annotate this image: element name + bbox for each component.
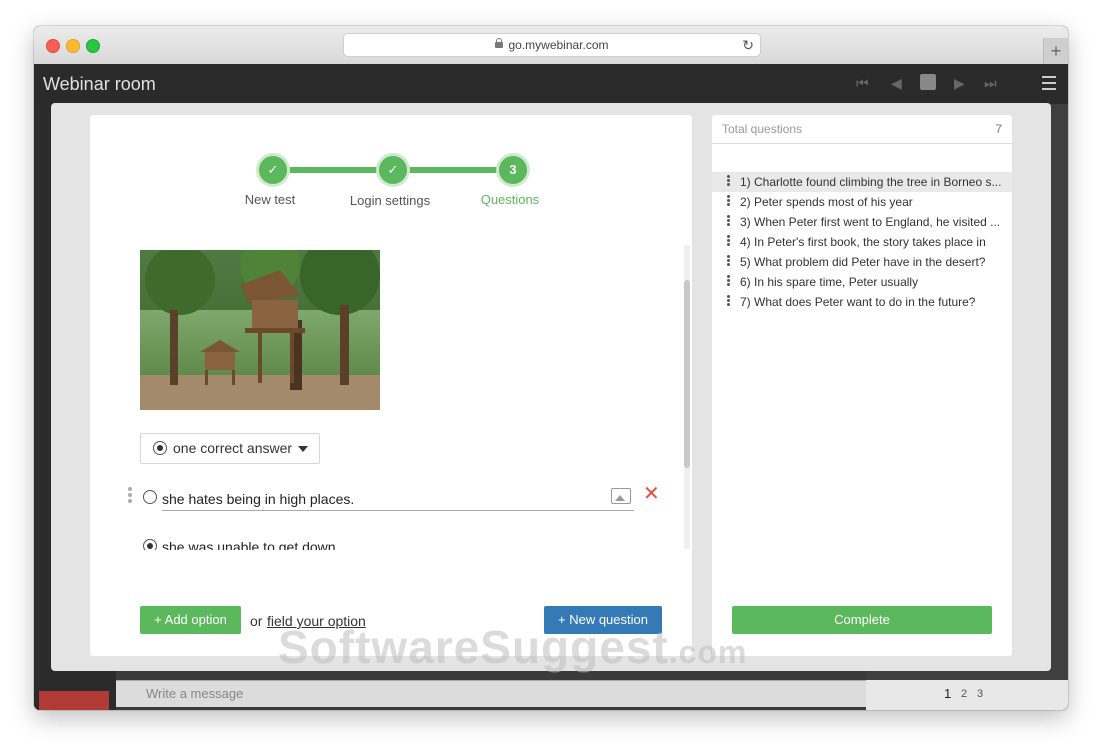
step-label-new-test[interactable]: New test bbox=[210, 192, 330, 207]
question-title: 6) In his spare time, Peter usually bbox=[740, 275, 919, 289]
complete-button[interactable]: Complete bbox=[732, 606, 992, 634]
browser-window: go.mywebinar.com ↻ + Webinar room ⏮ ◀ ▶ … bbox=[34, 26, 1068, 710]
question-list-item[interactable]: 6) In his spare time, Peter usually bbox=[712, 272, 1012, 292]
close-window-button[interactable] bbox=[46, 39, 60, 53]
question-list-item[interactable]: 2) Peter spends most of his year bbox=[712, 192, 1012, 212]
total-questions-label: Total questions bbox=[722, 122, 803, 136]
step-label-questions[interactable]: Questions bbox=[450, 192, 570, 207]
app-header: Webinar room ⏮ ◀ ▶ ⏭ bbox=[34, 64, 1068, 104]
menu-icon[interactable] bbox=[1042, 76, 1056, 94]
drag-handle-icon[interactable] bbox=[727, 235, 730, 247]
chevron-down-icon bbox=[298, 446, 308, 452]
address-bar[interactable]: go.mywebinar.com ↻ bbox=[343, 33, 761, 57]
image-icon[interactable] bbox=[611, 488, 631, 504]
question-list-item[interactable]: 1) Charlotte found climbing the tree in … bbox=[712, 172, 1012, 192]
question-list-item[interactable]: 7) What does Peter want to do in the fut… bbox=[712, 292, 1012, 312]
option-clip: she was unable to get down bbox=[130, 535, 670, 550]
url-text: go.mywebinar.com bbox=[508, 38, 609, 52]
add-option-button[interactable]: + Add option bbox=[140, 606, 241, 634]
prev-icon[interactable]: ◀ bbox=[891, 75, 902, 92]
video-tile bbox=[39, 691, 109, 710]
question-title: 7) What does Peter want to do in the fut… bbox=[740, 295, 976, 309]
reload-icon[interactable]: ↻ bbox=[742, 34, 754, 56]
question-list-item[interactable]: 3) When Peter first went to England, he … bbox=[712, 212, 1012, 232]
drag-handle-icon[interactable] bbox=[727, 295, 730, 307]
pagination: 1 2 3 bbox=[866, 680, 1068, 710]
option-text-field[interactable]: she hates being in high places. bbox=[162, 491, 354, 507]
question-editor-card: ✓ ✓ 3 New test Login settings Questions bbox=[90, 115, 692, 656]
lock-icon bbox=[495, 38, 504, 48]
drag-handle-icon[interactable] bbox=[128, 487, 132, 505]
chat-input[interactable]: Write a message bbox=[116, 680, 866, 707]
watermark-suffix: .com bbox=[668, 634, 748, 670]
answer-type-value: one correct answer bbox=[173, 440, 293, 456]
step-label-login-settings[interactable]: Login settings bbox=[330, 193, 450, 208]
question-title: 3) When Peter first went to England, he … bbox=[740, 215, 1001, 229]
option-radio[interactable] bbox=[143, 539, 157, 550]
question-title: 5) What problem did Peter have in the de… bbox=[740, 255, 986, 269]
questions-panel-header: Total questions 7 bbox=[712, 115, 1012, 144]
question-title: 2) Peter spends most of his year bbox=[740, 195, 913, 209]
skip-back-icon[interactable]: ⏮ bbox=[856, 75, 869, 92]
question-title: 4) In Peter's first book, the story take… bbox=[740, 235, 986, 249]
drag-handle-icon[interactable] bbox=[727, 275, 730, 287]
browser-titlebar: go.mywebinar.com ↻ + bbox=[34, 26, 1068, 65]
new-tab-button[interactable]: + bbox=[1043, 38, 1068, 64]
total-questions-count: 7 bbox=[995, 122, 1002, 136]
drag-handle-icon[interactable] bbox=[727, 255, 730, 267]
page-2[interactable]: 2 bbox=[961, 688, 967, 700]
step-check-icon[interactable]: ✓ bbox=[376, 153, 410, 187]
test-editor-modal: ✓ ✓ 3 New test Login settings Questions bbox=[51, 103, 1051, 671]
drag-handle-icon[interactable] bbox=[727, 195, 730, 207]
page-1[interactable]: 1 bbox=[944, 686, 951, 701]
option-underline bbox=[162, 510, 634, 511]
watermark-text: SoftwareSuggest bbox=[278, 621, 669, 673]
answer-type-dropdown[interactable]: one correct answer bbox=[140, 433, 320, 464]
stop-icon[interactable] bbox=[920, 74, 936, 90]
watermark: SoftwareSuggest.com bbox=[278, 620, 747, 674]
step-check-icon[interactable]: ✓ bbox=[256, 153, 290, 187]
question-list-item[interactable]: 4) In Peter's first book, the story take… bbox=[712, 232, 1012, 252]
delete-icon[interactable]: ✕ bbox=[643, 484, 660, 504]
play-icon[interactable]: ▶ bbox=[954, 75, 965, 92]
question-image bbox=[140, 250, 380, 410]
or-text: or bbox=[250, 613, 263, 629]
zoom-window-button[interactable] bbox=[86, 39, 100, 53]
chat-placeholder: Write a message bbox=[146, 686, 244, 701]
questions-panel: Total questions 7 1) Charlotte found cli… bbox=[712, 115, 1012, 656]
skip-forward-icon[interactable]: ⏭ bbox=[984, 75, 997, 92]
app-title: Webinar room bbox=[43, 74, 156, 94]
step-number[interactable]: 3 bbox=[496, 153, 530, 187]
option-text-field[interactable]: she was unable to get down bbox=[162, 539, 336, 550]
radio-icon bbox=[153, 441, 167, 455]
option-radio[interactable] bbox=[143, 490, 157, 504]
scrollbar-thumb[interactable] bbox=[684, 280, 690, 468]
question-list-item[interactable]: 5) What problem did Peter have in the de… bbox=[712, 252, 1012, 272]
minimize-window-button[interactable] bbox=[66, 39, 80, 53]
drag-handle-icon[interactable] bbox=[727, 215, 730, 227]
question-title: 1) Charlotte found climbing the tree in … bbox=[740, 175, 1002, 189]
page-3[interactable]: 3 bbox=[977, 688, 983, 700]
drag-handle-icon[interactable] bbox=[727, 175, 730, 187]
